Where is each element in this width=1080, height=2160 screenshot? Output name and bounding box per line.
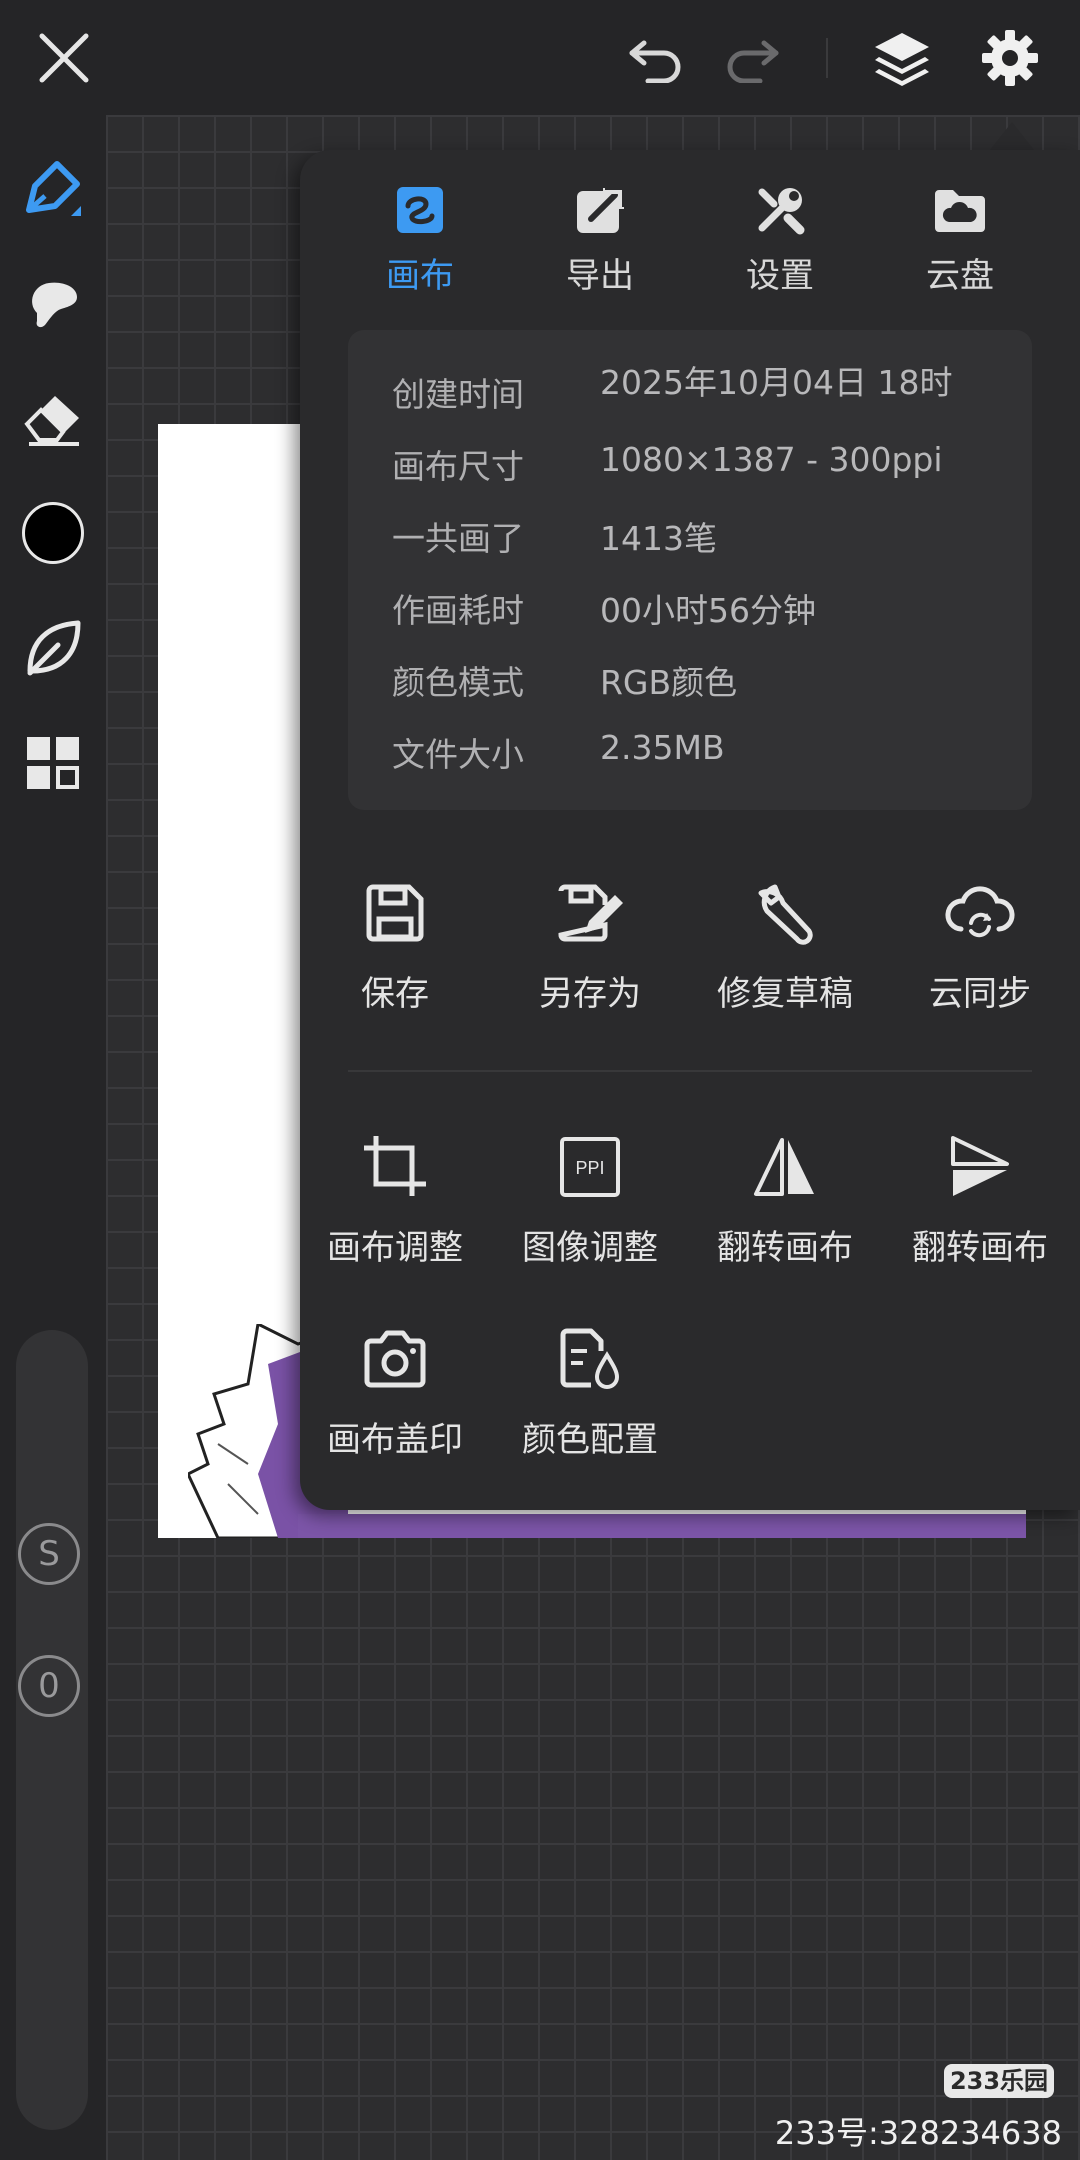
color-profile-button[interactable]: 颜色配置 <box>495 1324 685 1461</box>
action-label: 颜色配置 <box>522 1420 658 1460</box>
pen-tool[interactable] <box>0 138 106 238</box>
leaf-tool[interactable] <box>0 598 106 698</box>
grid-tool[interactable] <box>0 713 106 813</box>
redo-button[interactable] <box>712 18 792 98</box>
info-key: 颜色模式 <box>392 663 524 702</box>
info-key: 文件大小 <box>392 735 524 774</box>
ppi-icon-text: PPI <box>575 1158 604 1178</box>
ppi-icon: PPI <box>560 1137 620 1197</box>
cloud-sync-button[interactable]: 云同步 <box>885 878 1075 1015</box>
cloud-sync-icon <box>945 886 1015 938</box>
action-label: 图像调整 <box>522 1228 658 1268</box>
tab-label: 画布 <box>386 256 454 296</box>
flip-vertical-icon <box>951 1136 1009 1196</box>
flip-horizontal-button[interactable]: 翻转画布 <box>690 1132 880 1269</box>
settings-button[interactable] <box>970 18 1050 98</box>
current-color-swatch <box>22 502 84 564</box>
close-button[interactable] <box>24 18 104 98</box>
layers-button[interactable] <box>862 18 942 98</box>
action-label: 另存为 <box>539 974 641 1014</box>
save-as-icon <box>558 884 623 942</box>
action-label: 翻转画布 <box>912 1228 1048 1268</box>
tool-rail: S 0 <box>0 115 106 2160</box>
smudge-tool[interactable] <box>0 253 106 353</box>
tab-label: 设置 <box>746 256 814 296</box>
info-key: 创建时间 <box>392 375 524 414</box>
tab-label: 云盘 <box>926 256 994 296</box>
flip-vertical-button[interactable]: 翻转画布 <box>885 1132 1075 1269</box>
s-button[interactable]: S <box>18 1523 80 1585</box>
info-value: 1413笔 <box>600 519 717 558</box>
tab-settings[interactable]: 设置 <box>695 182 865 297</box>
smudge-icon <box>32 282 77 328</box>
canvas-icon <box>397 187 443 233</box>
watermark-id: 233号:328234638 <box>774 2114 1062 2152</box>
info-key: 一共画了 <box>392 519 524 558</box>
crop-icon <box>364 1136 426 1196</box>
settings-tools-icon <box>758 188 805 235</box>
pen-icon <box>26 161 81 216</box>
redo-icon <box>727 40 779 83</box>
tab-canvas[interactable]: 画布 <box>335 182 505 297</box>
canvas-stamp-button[interactable]: 画布盖印 <box>300 1324 490 1461</box>
layers-icon <box>875 33 929 86</box>
action-label: 保存 <box>361 974 429 1014</box>
cloud-drive-icon <box>935 190 985 232</box>
export-icon <box>577 188 624 233</box>
info-key: 画布尺寸 <box>392 447 524 486</box>
info-row-created-clip: 创建时间 2025年10月04日 18时 <box>348 330 1032 426</box>
action-label: 画布调整 <box>327 1228 463 1268</box>
repair-draft-button[interactable]: 修复草稿 <box>690 878 880 1015</box>
color-picker[interactable] <box>0 483 106 583</box>
top-bar <box>0 0 1080 115</box>
eraser-tool[interactable] <box>0 368 106 468</box>
action-label: 翻转画布 <box>717 1228 853 1268</box>
save-button[interactable]: 保存 <box>300 878 490 1015</box>
canvas-menu-panel: 画布 导出 设置 云盘 创建时间 2025年10月04日 18时 画布尺寸 10… <box>300 150 1080 1510</box>
eraser-icon <box>24 396 79 446</box>
camera-icon <box>364 1330 426 1388</box>
info-key: 作画耗时 <box>392 591 524 630</box>
brush-size-slider[interactable] <box>16 1330 88 2130</box>
info-value: 2025年10月04日 18时 <box>600 363 953 402</box>
panel-pointer <box>990 122 1034 150</box>
info-value: RGB颜色 <box>600 663 738 702</box>
gear-icon <box>982 30 1038 86</box>
action-label: 画布盖印 <box>327 1420 463 1460</box>
leaf-icon <box>27 620 81 676</box>
wrench-icon <box>758 884 813 945</box>
toolbar-divider <box>826 38 828 78</box>
canvas-adjust-button[interactable]: 画布调整 <box>300 1132 490 1269</box>
undo-icon <box>629 40 681 83</box>
zero-button[interactable]: 0 <box>18 1655 80 1717</box>
save-as-button[interactable]: 另存为 <box>495 878 685 1015</box>
flip-horizontal-icon <box>754 1138 814 1196</box>
panel-divider <box>348 1070 1032 1072</box>
color-profile-icon <box>560 1328 620 1389</box>
info-value: 2.35MB <box>600 728 725 767</box>
action-label: 修复草稿 <box>717 974 853 1014</box>
tab-export[interactable]: 导出 <box>515 182 685 297</box>
artwork-purple-band <box>298 1514 1026 1538</box>
info-value: 00小时56分钟 <box>600 591 816 630</box>
tab-cloud-drive[interactable]: 云盘 <box>875 182 1045 297</box>
undo-button[interactable] <box>616 18 696 98</box>
close-icon <box>39 33 89 83</box>
watermark-badge: 233乐园 <box>944 2064 1054 2098</box>
tab-label: 导出 <box>566 256 634 296</box>
action-label: 云同步 <box>929 974 1031 1014</box>
image-adjust-button[interactable]: PPI 图像调整 <box>495 1132 685 1269</box>
canvas-info-card: 创建时间 2025年10月04日 18时 画布尺寸 1080×1387 - 30… <box>348 330 1032 810</box>
save-icon <box>366 884 424 942</box>
grid-icon <box>27 737 79 789</box>
info-value: 1080×1387 - 300ppi <box>600 440 943 479</box>
